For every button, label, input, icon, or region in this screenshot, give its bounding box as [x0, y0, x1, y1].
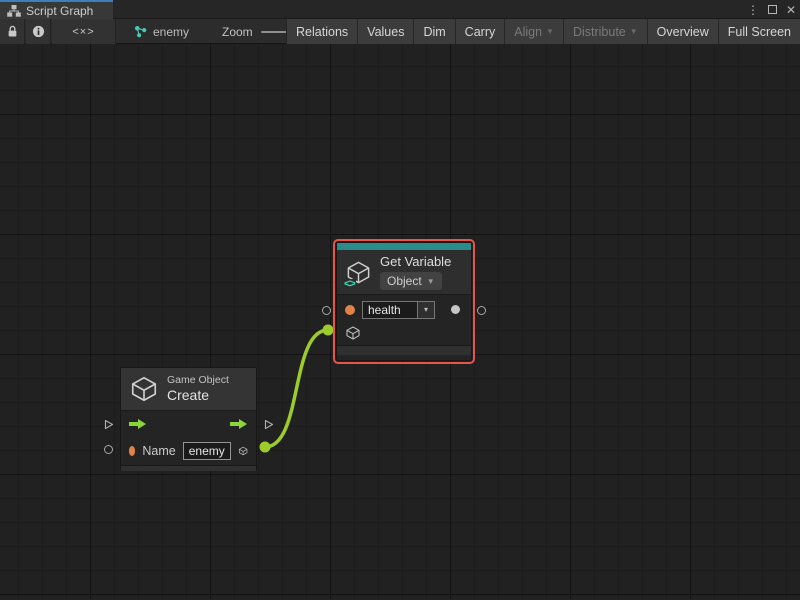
- variable-name-field-group: ▾: [362, 301, 435, 319]
- variable-name-dropdown[interactable]: ▾: [418, 301, 435, 319]
- graph-hierarchy-icon: [7, 5, 21, 17]
- maximize-icon[interactable]: [768, 5, 777, 14]
- value-output-port-outer[interactable]: [477, 306, 486, 315]
- align-button: Align ▼: [504, 19, 563, 44]
- name-value-port[interactable]: [129, 446, 135, 456]
- chevron-down-icon: ▾: [424, 305, 428, 314]
- node-title: Get Variable: [380, 254, 451, 269]
- wire-end-port[interactable]: [323, 325, 334, 336]
- info-button[interactable]: [26, 19, 51, 44]
- control-output-port[interactable]: [262, 418, 275, 431]
- toolbar-buttons: Relations Values Dim Carry Align ▼ Distr…: [286, 19, 800, 44]
- node-title: Create: [167, 387, 229, 404]
- node-footer: [337, 345, 471, 355]
- tab-title: Script Graph: [26, 4, 93, 18]
- relations-button[interactable]: Relations: [286, 19, 357, 44]
- control-input-port[interactable]: [102, 418, 115, 431]
- name-input-row: Name: [121, 437, 256, 465]
- gameobject-output-port-icon[interactable]: [238, 443, 248, 459]
- name-input[interactable]: [183, 442, 231, 460]
- variable-name-input[interactable]: [362, 301, 418, 319]
- info-icon: [32, 25, 45, 38]
- name-input-port[interactable]: [104, 445, 113, 454]
- gameobject-input-port-icon[interactable]: [345, 325, 361, 341]
- variable-name-input-port[interactable]: [322, 306, 331, 315]
- chevron-down-icon: ▼: [630, 27, 638, 36]
- chevron-down-icon: ▼: [427, 277, 435, 286]
- fullscreen-button[interactable]: Full Screen: [718, 19, 800, 44]
- tab-script-graph[interactable]: Script Graph: [0, 0, 113, 19]
- node-category: Game Object: [167, 374, 229, 387]
- dim-button[interactable]: Dim: [413, 19, 454, 44]
- values-button[interactable]: Values: [357, 19, 413, 44]
- get-variable-node[interactable]: <> Get Variable Object ▼ ▾: [336, 242, 472, 361]
- code-toggle-button[interactable]: <×>: [52, 19, 116, 44]
- node-footer: [121, 465, 256, 471]
- flow-input-arrow-icon[interactable]: [129, 418, 147, 430]
- code-icon: <×>: [72, 26, 94, 38]
- breadcrumb[interactable]: enemy: [134, 19, 189, 44]
- object-port-row: [337, 321, 471, 345]
- menu-icon[interactable]: ⋮: [747, 4, 759, 16]
- breadcrumb-graph-name: enemy: [153, 25, 189, 39]
- window-controls: ⋮ ✕: [747, 0, 796, 19]
- create-game-object-node[interactable]: Game Object Create Name: [120, 367, 257, 471]
- overview-button[interactable]: Overview: [647, 19, 718, 44]
- graph-toolbar: <×> enemy Zoom 1x Relations V: [0, 19, 800, 44]
- tab-bar: Script Graph ⋮ ✕: [0, 0, 800, 19]
- variable-name-value-port[interactable]: [345, 305, 355, 315]
- chevron-down-icon: ▼: [546, 27, 554, 36]
- distribute-button: Distribute ▼: [563, 19, 647, 44]
- cube-icon: [129, 374, 159, 404]
- close-icon[interactable]: ✕: [786, 4, 796, 16]
- wire-start-port[interactable]: [260, 442, 271, 453]
- name-port-label: Name: [142, 444, 175, 458]
- flow-output-arrow-icon[interactable]: [230, 418, 248, 430]
- zoom-label: Zoom: [222, 25, 253, 39]
- graph-canvas[interactable]: Game Object Create Name: [0, 44, 800, 599]
- variable-cube-icon-wrap: <>: [345, 259, 372, 286]
- variable-name-row: ▾: [337, 295, 471, 321]
- lock-button[interactable]: [0, 19, 25, 44]
- graph-node-icon: [134, 25, 147, 38]
- carry-button[interactable]: Carry: [455, 19, 505, 44]
- variable-code-icon: <>: [343, 279, 356, 290]
- control-flow-row: [121, 411, 256, 437]
- value-output-port[interactable]: [451, 305, 460, 314]
- get-variable-header: <> Get Variable Object ▼: [337, 250, 471, 294]
- create-node-header: Game Object Create: [121, 368, 256, 410]
- lock-icon: [7, 25, 18, 38]
- variable-scope-dropdown[interactable]: Object ▼: [380, 272, 442, 290]
- variable-accent-strip: [337, 243, 471, 250]
- script-graph-window: Script Graph ⋮ ✕ <×>: [0, 0, 800, 600]
